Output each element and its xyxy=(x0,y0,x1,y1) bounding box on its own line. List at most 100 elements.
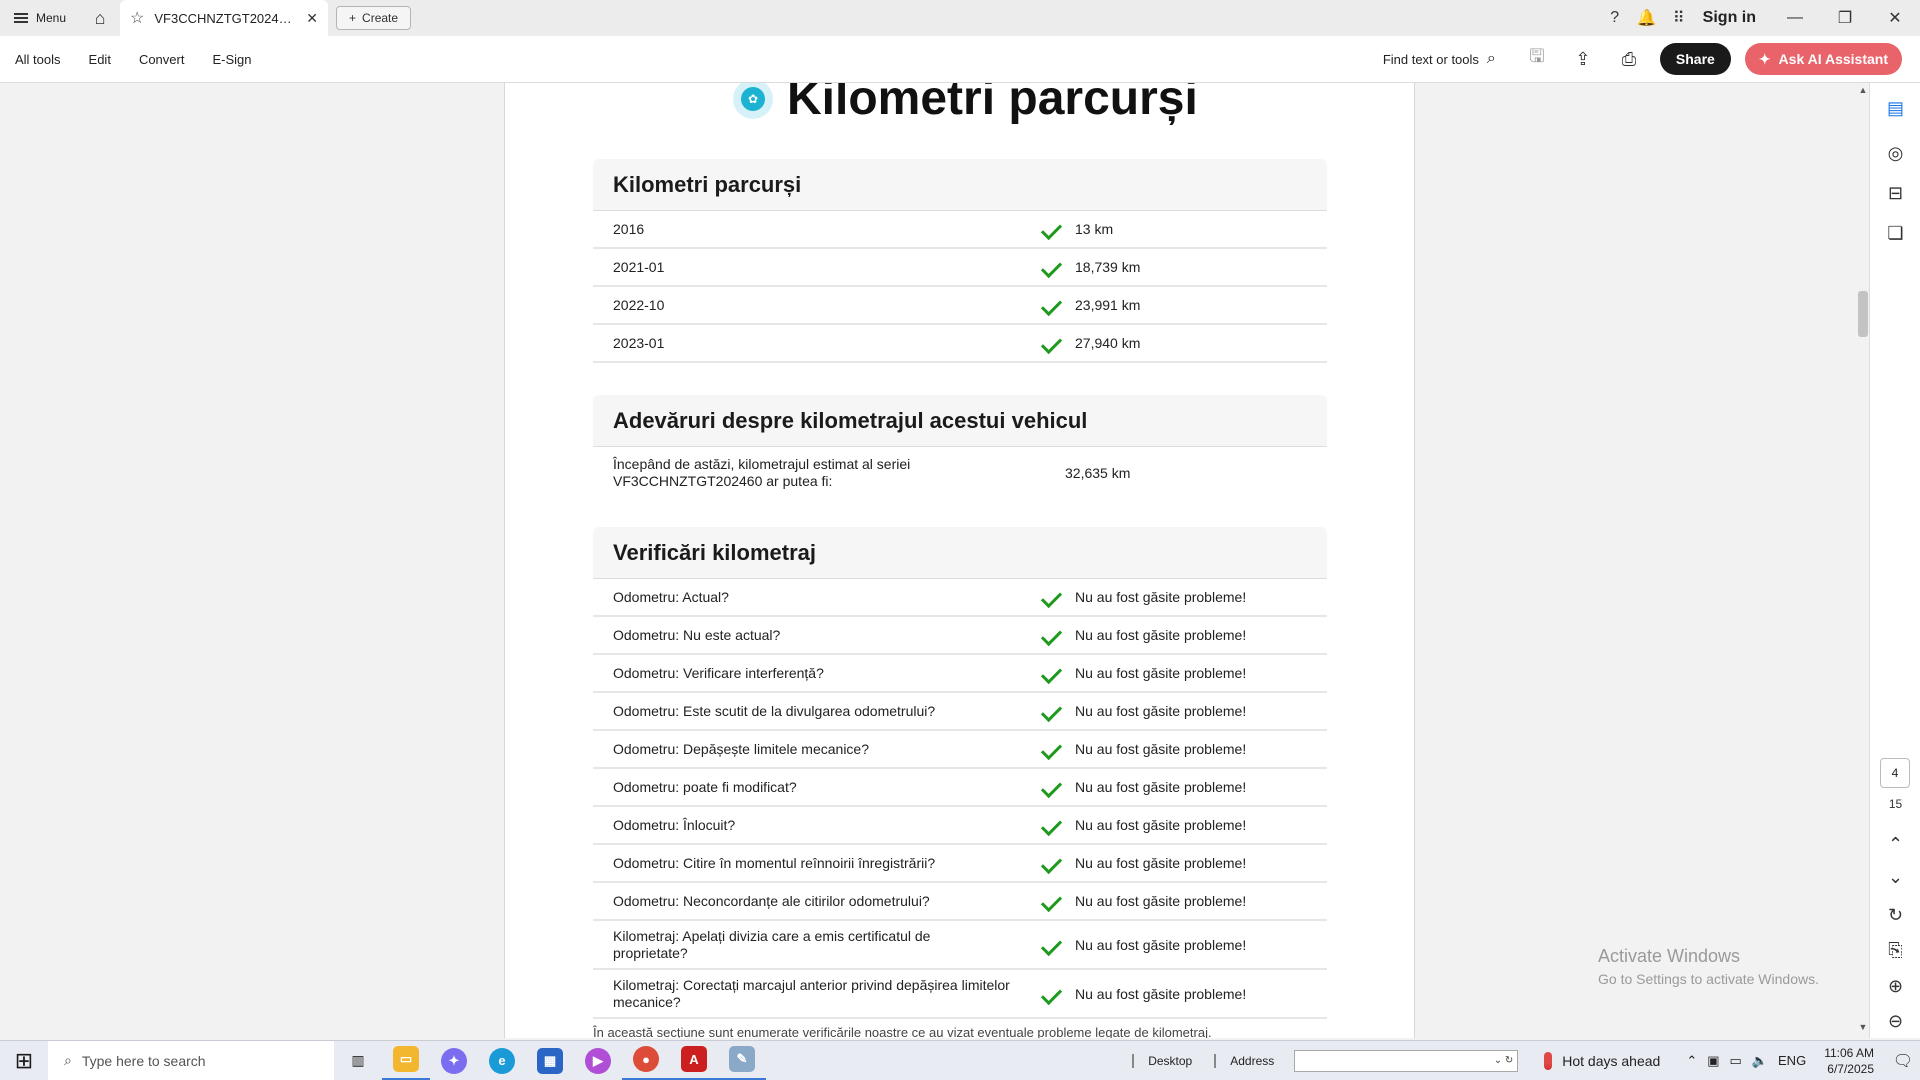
mileage-section-title: Kilometri parcurși xyxy=(593,159,1327,211)
current-page-field[interactable]: 4 xyxy=(1880,758,1910,788)
bell-icon[interactable]: 🔔 xyxy=(1631,0,1663,36)
find-tools-button[interactable]: Find text or tools ⌕ xyxy=(1383,50,1512,68)
document-viewport[interactable]: ✿ Kilometri parcurși Kilometri parcurși … xyxy=(0,83,1857,1038)
convert-link[interactable]: Convert xyxy=(125,52,199,67)
desktop-toolbar-label[interactable]: Desktop xyxy=(1132,1053,1206,1068)
esign-link[interactable]: E-Sign xyxy=(198,52,265,67)
chevron-up-icon[interactable]: ⌃ xyxy=(1870,829,1920,859)
mileage-row: 2023-01 27,940 km xyxy=(593,325,1327,363)
check-row: Odometru: Neconcordanțe ale citirilor od… xyxy=(593,883,1327,921)
taskbar-search-box[interactable]: ⌕ Type here to search xyxy=(48,1040,334,1080)
task-view-icon[interactable]: ▥ xyxy=(334,1041,382,1080)
rotate-icon[interactable]: ↻ xyxy=(1870,900,1920,930)
chevron-down-icon[interactable]: ⌄ xyxy=(1494,1055,1502,1066)
address-toolbar-label: Address xyxy=(1214,1053,1288,1068)
notification-icon[interactable]: 🗨 xyxy=(1886,1041,1920,1080)
pages-icon[interactable]: ❏ xyxy=(1870,218,1920,248)
edge-browser-icon[interactable]: e xyxy=(478,1041,526,1080)
clock[interactable]: 11:06 AM 6/7/2025 xyxy=(1816,1045,1886,1077)
watermark-title: Activate Windows xyxy=(1598,946,1741,966)
vertical-scrollbar[interactable]: ▲ ▼ xyxy=(1857,83,1869,1038)
print-icon[interactable]: ⎙ xyxy=(1608,42,1650,76)
facts-label-line2: VF3CCHNZTGT202460 ar putea fi: xyxy=(613,473,833,489)
watermark-subtitle: Go to Settings to activate Windows. xyxy=(1598,971,1819,987)
check-label: Odometru: Nu este actual? xyxy=(613,626,781,643)
check-icon xyxy=(1043,627,1065,643)
weather-text: Hot days ahead xyxy=(1562,1052,1661,1069)
check-icon xyxy=(1043,779,1065,795)
mileage-row: 2022-10 23,991 km xyxy=(593,287,1327,325)
help-icon[interactable]: ? xyxy=(1599,0,1631,36)
activate-windows-watermark: Activate Windows Go to Settings to activ… xyxy=(1598,946,1819,987)
page-fit-icon[interactable]: ⎘ xyxy=(1870,935,1920,965)
media-player-icon[interactable]: ▶ xyxy=(574,1041,622,1080)
check-row: Kilometraj: Corectați marcajul anterior … xyxy=(593,970,1327,1019)
search-icon: ⌕ xyxy=(1486,50,1496,67)
restore-icon[interactable]: ❐ xyxy=(1820,0,1870,36)
menu-button[interactable]: Menu xyxy=(0,0,80,36)
sign-in-button[interactable]: Sign in xyxy=(1695,9,1770,27)
mileage-date: 2023-01 xyxy=(613,334,665,351)
document-tab[interactable]: ☆ VF3CCHNZTGT202460_... ✕ xyxy=(120,0,329,36)
section-footnote: În această secțiune sunt enumerate verif… xyxy=(593,1025,1212,1038)
check-label: Odometru: Verificare interferență? xyxy=(613,664,824,681)
store-icon[interactable]: ▦ xyxy=(526,1041,574,1080)
share-button[interactable]: Share xyxy=(1659,43,1731,75)
star-icon[interactable]: ☆ xyxy=(130,8,144,28)
tab-title: VF3CCHNZTGT202460_... xyxy=(154,10,297,26)
create-button[interactable]: + Create xyxy=(336,6,412,30)
clock-time: 11:06 AM xyxy=(1824,1045,1874,1060)
apps-grid-icon[interactable]: ⠿ xyxy=(1663,0,1695,36)
check-label: Kilometraj: Apelați divizia care a emis … xyxy=(613,928,1043,962)
system-tray: ⌃ ▣ ▭ 🔈 ENG xyxy=(1676,1053,1816,1069)
check-label: Odometru: poate fi modificat? xyxy=(613,778,797,795)
brand-logo-icon: ✿ xyxy=(733,83,773,119)
check-icon xyxy=(1043,937,1065,953)
home-icon[interactable]: ⌂ xyxy=(80,0,120,36)
acrobat-icon[interactable]: A xyxy=(670,1041,718,1080)
ai-summary-icon[interactable]: ▤ xyxy=(1870,93,1920,123)
close-window-icon[interactable]: ✕ xyxy=(1870,0,1920,36)
weather-widget[interactable]: Hot days ahead xyxy=(1528,1051,1676,1070)
address-input[interactable]: ⌄ ↻ xyxy=(1294,1049,1519,1072)
edit-link[interactable]: Edit xyxy=(75,52,125,67)
tray-chevron-up-icon[interactable]: ⌃ xyxy=(1686,1053,1697,1069)
file-explorer-icon[interactable]: ▭ xyxy=(382,1041,430,1080)
camera-icon[interactable]: ▣ xyxy=(1707,1053,1719,1069)
language-indicator[interactable]: ENG xyxy=(1778,1053,1806,1068)
close-tab-icon[interactable]: ✕ xyxy=(306,10,318,27)
network-icon[interactable]: ▭ xyxy=(1730,1053,1742,1069)
check-status: Nu au fost găsite probleme! xyxy=(1075,817,1247,833)
bookmarks-icon[interactable]: ⊟ xyxy=(1870,178,1920,208)
refresh-icon[interactable]: ↻ xyxy=(1505,1055,1513,1066)
chevron-down-icon[interactable]: ⌄ xyxy=(1870,862,1920,892)
scroll-thumb[interactable] xyxy=(1858,291,1868,337)
check-status: Nu au fost găsite probleme! xyxy=(1075,703,1247,719)
check-row: Odometru: Actual? Nu au fost găsite probl… xyxy=(593,579,1327,617)
ai-assistant-button[interactable]: ✦ Ask AI Assistant xyxy=(1744,43,1902,75)
upload-cloud-icon[interactable]: ⇪ xyxy=(1562,42,1604,76)
copilot-icon[interactable]: ✦ xyxy=(430,1041,478,1080)
minimize-icon[interactable]: — xyxy=(1770,0,1820,36)
check-icon xyxy=(1043,335,1065,351)
scroll-up-arrow-icon[interactable]: ▲ xyxy=(1857,85,1869,99)
zoom-out-icon[interactable]: ⊖ xyxy=(1870,1006,1920,1036)
check-icon xyxy=(1043,817,1065,833)
check-row: Odometru: Verificare interferență? Nu au … xyxy=(593,655,1327,693)
paint-icon[interactable]: ✎ xyxy=(718,1041,766,1080)
check-status: Nu au fost găsite probleme! xyxy=(1075,985,1247,1002)
search-icon: ⌕ xyxy=(64,1052,72,1068)
save-icon[interactable]: 🖫 xyxy=(1516,42,1558,76)
windows-start-icon[interactable]: ⊞ xyxy=(0,1041,48,1080)
chrome-icon[interactable]: ● xyxy=(622,1041,670,1080)
all-tools-link[interactable]: All tools xyxy=(0,52,75,67)
check-row: Odometru: Nu este actual? Nu au fost găsi… xyxy=(593,617,1327,655)
page-heading: ✿ Kilometri parcurși xyxy=(733,83,1198,126)
check-icon xyxy=(1043,665,1065,681)
taskbar: ⊞ ⌕ Type here to search ▥ ▭ ✦ e ▦ ▶ ● A … xyxy=(0,1040,1920,1080)
scroll-down-arrow-icon[interactable]: ▼ xyxy=(1857,1022,1869,1036)
speaker-icon[interactable]: 🔈 xyxy=(1752,1053,1768,1069)
comments-icon[interactable]: ◎ xyxy=(1870,138,1920,168)
check-label: Odometru: Actual? xyxy=(613,588,729,605)
zoom-in-icon[interactable]: ⊕ xyxy=(1870,971,1920,1001)
